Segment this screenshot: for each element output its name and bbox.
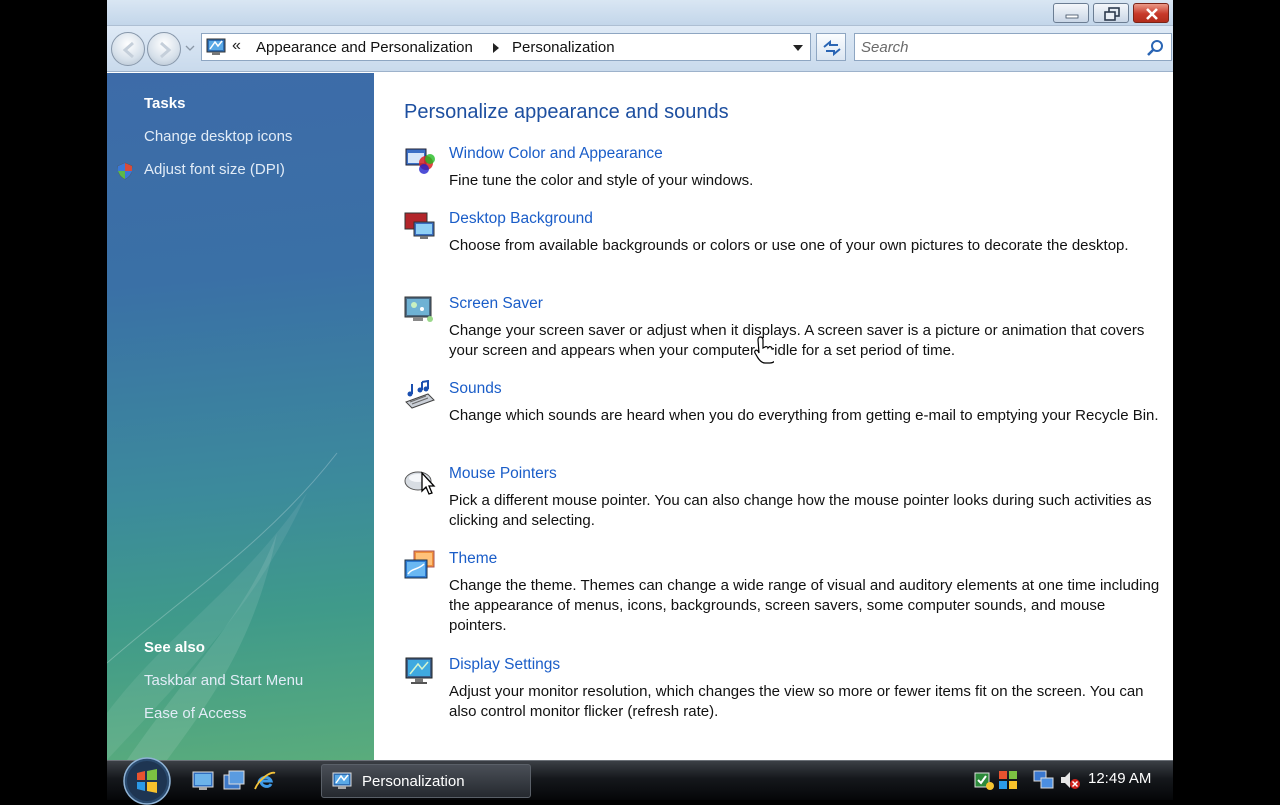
window-color-icon (405, 148, 435, 174)
desktop: « Appearance and Personalization Persona… (0, 0, 1280, 805)
screen-saver-link[interactable]: Screen Saver (449, 295, 543, 313)
window-color-and-appearance-link[interactable]: Window Color and Appearance (449, 145, 663, 163)
display-settings-icon (405, 657, 433, 684)
mouse-pointers-link[interactable]: Mouse Pointers (449, 465, 557, 483)
ease-of-access-link[interactable]: Ease of Access (144, 705, 247, 722)
control-panel-icon (332, 772, 352, 789)
screen-saver-icon (404, 296, 433, 322)
desktop-background-icon (404, 212, 435, 239)
breadcrumb-personalization[interactable]: Personalization (512, 39, 615, 56)
internet-explorer-icon[interactable] (253, 769, 277, 793)
theme-icon (404, 550, 435, 579)
mouse-pointers-icon (404, 471, 436, 495)
breadcrumb-appearance-and-personalization[interactable]: Appearance and Personalization (256, 39, 473, 56)
system-clock[interactable]: 12:49 AM (1088, 770, 1151, 787)
volume-muted-tray-icon[interactable] (1059, 769, 1081, 791)
tasks-pane: Tasks Change desktop icons Adjust font s… (107, 73, 374, 760)
taskbar: Personalization 12:49 AM (107, 757, 1173, 805)
item-description: Fine tune the color and style of your wi… (449, 172, 754, 189)
network-tray-icon[interactable] (1033, 769, 1055, 791)
hand-cursor-icon (754, 336, 774, 364)
close-button[interactable] (1133, 3, 1169, 23)
item-description: Change your screen saver or adjust when … (449, 322, 1145, 359)
search-input[interactable] (861, 38, 1131, 56)
sounds-link[interactable]: Sounds (449, 380, 502, 398)
personalization-window: « Appearance and Personalization Persona… (107, 0, 1173, 760)
close-icon (1146, 8, 1158, 20)
security-alert-tray-icon[interactable] (973, 769, 995, 791)
item-description: Change which sounds are heard when you d… (449, 407, 1159, 424)
adjust-font-size-link[interactable]: Adjust font size (DPI) (144, 161, 285, 178)
address-bar[interactable]: « Appearance and Personalization Persona… (201, 33, 811, 61)
restore-button[interactable] (1093, 3, 1129, 23)
windows-update-tray-icon[interactable] (997, 769, 1019, 791)
refresh-button[interactable] (816, 33, 846, 61)
navigation-bar: « Appearance and Personalization Persona… (107, 26, 1173, 72)
taskbar-button-personalization[interactable]: Personalization (321, 764, 531, 798)
recent-pages-dropdown-icon[interactable] (185, 43, 195, 53)
minimize-icon (1065, 14, 1079, 19)
control-panel-icon (206, 38, 226, 55)
restore-icon (1104, 7, 1120, 21)
page-title: Personalize appearance and sounds (404, 101, 729, 123)
display-settings-link[interactable]: Display Settings (449, 656, 560, 674)
item-description: Change the theme. Themes can change a wi… (449, 577, 1160, 634)
breadcrumb-separator-icon[interactable] (492, 42, 500, 54)
item-description: Adjust your monitor resolution, which ch… (449, 683, 1144, 720)
minimize-button[interactable] (1053, 3, 1089, 23)
sounds-icon (405, 380, 435, 409)
switch-windows-icon[interactable] (222, 769, 246, 793)
title-bar[interactable] (107, 0, 1173, 26)
search-icon[interactable] (1145, 38, 1165, 58)
breadcrumb-overflow[interactable]: « (232, 37, 241, 55)
taskbar-and-start-menu-link[interactable]: Taskbar and Start Menu (144, 672, 303, 689)
item-description: Pick a different mouse pointer. You can … (449, 492, 1152, 529)
item-description: Choose from available backgrounds or col… (449, 237, 1129, 254)
main-content: Personalize appearance and sounds Window… (374, 73, 1173, 760)
address-dropdown-icon[interactable] (792, 44, 804, 52)
change-desktop-icons-link[interactable]: Change desktop icons (144, 128, 292, 145)
back-arrow-icon (122, 41, 134, 59)
uac-shield-icon (117, 162, 133, 180)
back-button[interactable] (111, 32, 145, 66)
forward-button[interactable] (147, 32, 181, 66)
start-button[interactable] (119, 757, 175, 805)
tasks-heading: Tasks (144, 95, 186, 112)
refresh-icon (823, 39, 841, 57)
desktop-background-link[interactable]: Desktop Background (449, 210, 593, 228)
taskbar-button-label: Personalization (362, 773, 465, 790)
forward-arrow-icon (160, 41, 172, 59)
see-also-heading: See also (144, 639, 205, 656)
theme-link[interactable]: Theme (449, 550, 497, 568)
show-desktop-icon[interactable] (191, 769, 215, 793)
search-box[interactable] (854, 33, 1172, 61)
